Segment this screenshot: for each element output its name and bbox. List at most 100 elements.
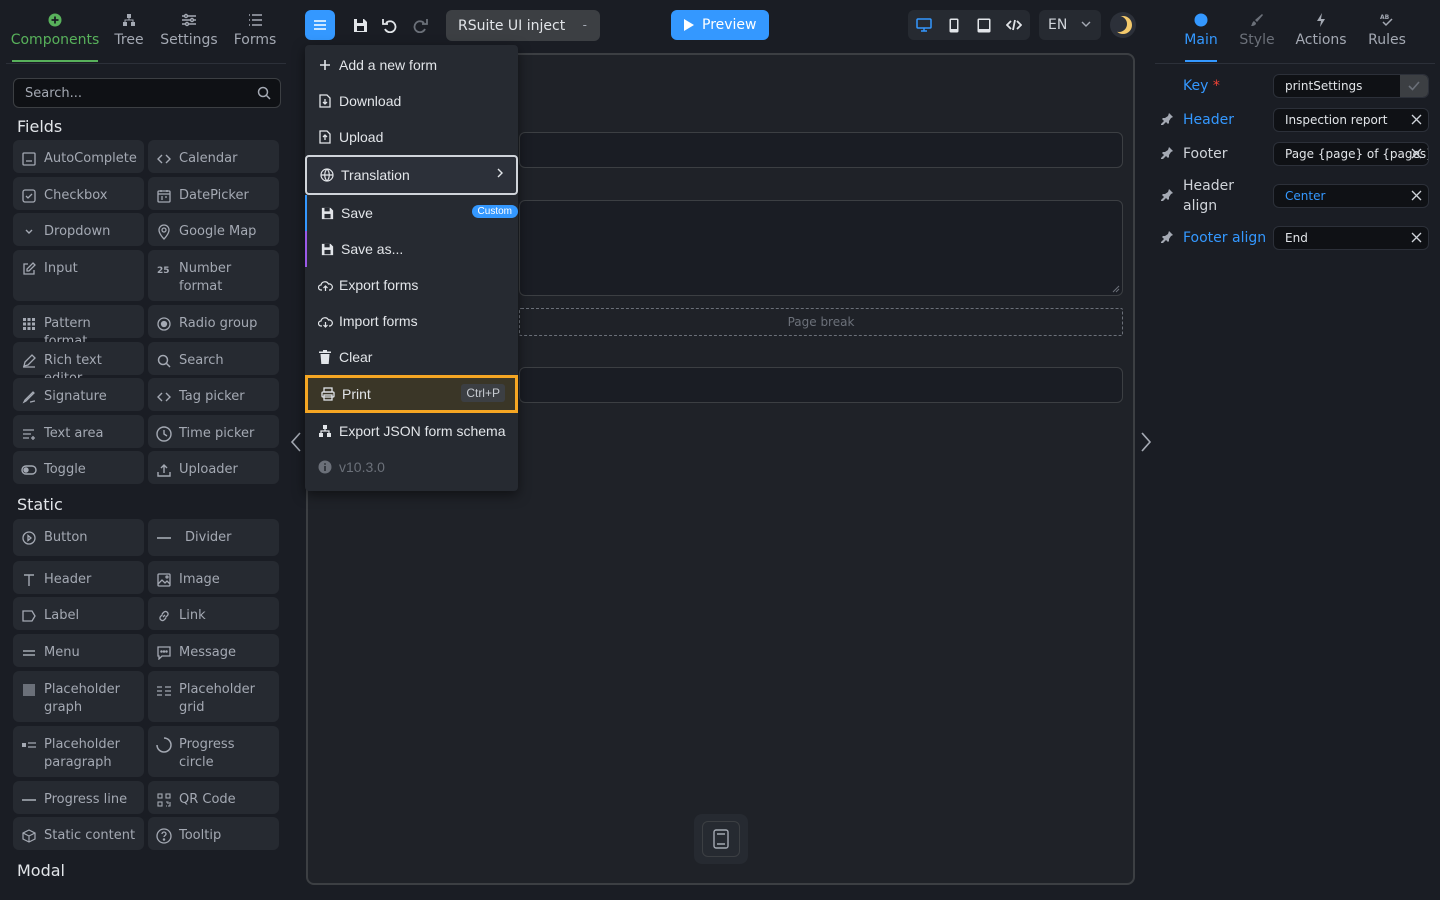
pin-icon[interactable] [1160,112,1174,126]
pin-icon[interactable] [1160,230,1174,244]
menu-item-print[interactable]: Print Ctrl+P [305,375,518,413]
left-tab-bar: Components Tree Settings Forms [6,0,286,64]
component-rich-text-editor[interactable]: Rich text editor [13,342,144,386]
component-link[interactable]: Link [148,597,279,630]
theme-toggle-button[interactable] [1110,12,1136,38]
close-icon[interactable] [1411,148,1422,159]
header-input[interactable]: Inspection report [1273,108,1429,132]
preview-button[interactable]: Preview [671,10,769,40]
close-icon[interactable] [1411,190,1422,201]
main-menu-button[interactable] [305,10,335,40]
undo-button[interactable] [375,10,405,40]
close-icon[interactable] [1411,114,1422,125]
component-text-area[interactable]: Text area [13,415,144,448]
component-search[interactable]: Search [148,342,279,375]
component-time-picker[interactable]: Time picker [148,415,279,448]
menu-item-download[interactable]: Download [305,83,518,119]
info-icon [317,459,333,475]
menu-item-translation[interactable]: Translation [305,155,518,195]
prop-label-footer-align: Footer align [1183,230,1267,246]
menu-item-upload[interactable]: Upload [305,119,518,155]
search-icon [156,352,172,370]
component-progress-line[interactable]: Progress line [13,781,144,814]
menu-item-export-json-schema[interactable]: Export JSON form schema [305,413,518,449]
custom-badge: Custom [471,205,518,218]
mobile-view-button[interactable] [939,10,969,40]
footer-input[interactable]: Page {page} of {pages} [1273,142,1429,166]
component-image[interactable]: Image [148,561,279,594]
tab-rules[interactable]: AB Rules [1368,10,1406,62]
code-view-button[interactable] [999,10,1029,40]
page-break[interactable]: Page break [519,308,1123,336]
component-calendar[interactable]: Calendar [148,140,279,173]
component-placeholder-paragraph[interactable]: Placeholder paragraph [13,726,144,777]
collapse-right-panel-button[interactable] [1140,431,1152,453]
component-placeholder-graph[interactable]: Placeholder graph [13,671,144,722]
page-break-label: Page break [787,315,855,329]
component-datepicker[interactable]: DatePicker [148,177,279,210]
language-select[interactable]: EN [1039,10,1101,40]
component-radio-group[interactable]: Radio group [148,305,279,338]
menu-item-import-forms[interactable]: Import forms [305,303,518,339]
component-header[interactable]: Header [13,561,144,594]
pin-icon[interactable] [1160,188,1174,202]
mobile-preview-toggle[interactable] [694,814,748,864]
component-dropdown[interactable]: Dropdown [13,213,144,246]
component-input[interactable]: Input [13,250,144,301]
component-autocomplete[interactable]: AutoComplete [13,140,144,173]
form-field-textarea[interactable] [519,200,1123,296]
component-menu[interactable]: Menu [13,634,144,667]
menu-item-save-as[interactable]: Save as... [305,231,518,267]
project-select[interactable]: RSuite UI inject - [446,10,600,41]
component-number-format[interactable]: 25 Number format [148,250,279,301]
component-message[interactable]: Message [148,634,279,667]
save-toolbar-button[interactable] [345,10,375,40]
close-icon[interactable] [1411,232,1422,243]
header-align-select[interactable]: Center [1273,184,1429,208]
main-menu-dropdown: Add a new form Download Upload Translati… [305,45,518,491]
key-input[interactable]: printSettings [1273,74,1429,98]
component-toggle[interactable]: Toggle [13,451,144,484]
tab-settings[interactable]: Settings [160,10,218,62]
component-qr-code[interactable]: QR Code [148,781,279,814]
search-icon[interactable] [257,86,271,100]
component-signature[interactable]: Signature [13,378,144,411]
tab-style[interactable]: Style [1239,10,1275,62]
confirm-key-button[interactable] [1400,75,1428,97]
form-field-input[interactable] [519,132,1123,168]
component-checkbox[interactable]: Checkbox [13,177,144,210]
redo-button[interactable] [405,10,435,40]
menu-item-export-forms[interactable]: Export forms [305,267,518,303]
menu-icon [21,644,37,662]
tablet-view-button[interactable] [969,10,999,40]
tab-forms[interactable]: Forms [233,10,277,62]
tab-actions[interactable]: Actions [1295,10,1347,62]
component-placeholder-grid[interactable]: Placeholder grid [148,671,279,722]
menu-item-add-form[interactable]: Add a new form [305,47,518,83]
collapse-left-panel-button[interactable] [290,431,302,453]
component-uploader[interactable]: Uploader [148,451,279,484]
component-tooltip[interactable]: Tooltip [148,817,279,850]
footer-align-select[interactable]: End [1273,226,1429,250]
component-static-content[interactable]: Static content [13,817,144,850]
form-field-input[interactable] [519,367,1123,403]
svg-text:25: 25 [157,266,170,274]
component-tag-picker[interactable]: Tag picker [148,378,279,411]
search-input[interactable] [14,79,244,107]
desktop-view-button[interactable] [909,10,939,40]
tab-tree[interactable]: Tree [113,10,145,62]
menu-item-save[interactable]: Save Custom [305,195,518,231]
menu-item-clear[interactable]: Clear [305,339,518,375]
tab-components[interactable]: Components [11,10,99,62]
component-progress-circle[interactable]: Progress circle [148,726,279,777]
component-label[interactable]: Label [13,597,144,630]
button-icon [21,529,37,547]
tab-main[interactable]: Main [1184,10,1218,62]
component-google-map[interactable]: Google Map [148,213,279,246]
component-button[interactable]: Button [13,519,144,556]
pin-icon[interactable] [1160,146,1174,160]
link-icon [156,607,172,625]
section-title-fields: Fields [17,117,63,136]
component-divider[interactable]: Divider [148,519,279,556]
component-pattern-format[interactable]: Pattern format [13,305,144,349]
